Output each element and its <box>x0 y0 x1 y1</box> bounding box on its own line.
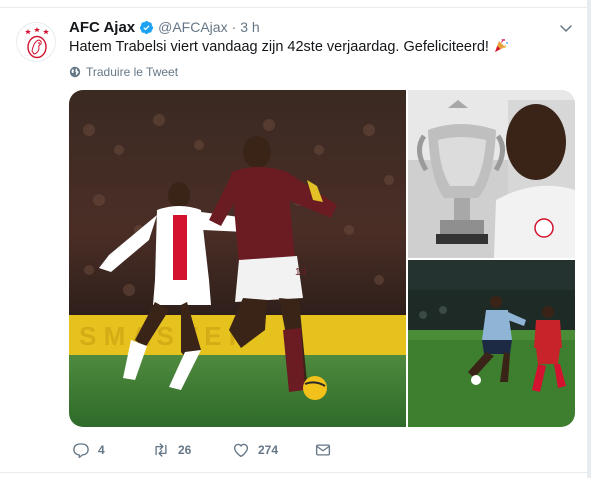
retweet-count: 26 <box>178 443 192 457</box>
tweet-text-content: Hatem Trabelsi viert vandaag zijn 42ste … <box>69 39 489 55</box>
reply-count: 4 <box>98 443 105 457</box>
envelope-icon <box>315 444 331 456</box>
avatar[interactable] <box>16 22 56 62</box>
like-count: 274 <box>258 443 279 457</box>
svg-text:S M A S T E R: S M A S T E R <box>79 321 248 351</box>
reply-button[interactable]: 4 <box>72 441 152 459</box>
retweet-button[interactable]: 26 <box>152 441 232 459</box>
retweet-icon <box>155 443 167 457</box>
globe-icon <box>69 66 81 78</box>
top-divider <box>0 0 591 8</box>
scroll-track[interactable] <box>587 0 591 478</box>
tweet-text: Hatem Trabelsi viert vandaag zijn 42ste … <box>69 37 539 57</box>
verified-badge-icon <box>139 20 154 35</box>
match-photo-night[interactable] <box>408 260 575 427</box>
heart-icon <box>233 443 249 458</box>
media-grid: S M A S T E R 14 <box>69 90 575 427</box>
tweet-header: AFC Ajax @AFCAjax · 3 h <box>69 17 260 37</box>
like-button[interactable]: 274 <box>232 441 314 459</box>
trophy-photo[interactable] <box>408 90 575 258</box>
timestamp[interactable]: 3 h <box>240 19 259 35</box>
svg-text:14: 14 <box>295 267 307 278</box>
translate-label: Traduire le Tweet <box>86 65 179 79</box>
author-name[interactable]: AFC Ajax <box>69 19 135 36</box>
separator-dot: · <box>231 19 237 35</box>
author-handle[interactable]: @AFCAjax <box>158 19 227 35</box>
chevron-down-icon[interactable] <box>558 20 574 36</box>
bottom-divider <box>0 472 587 473</box>
ajax-logo-icon <box>17 23 55 61</box>
party-popper-emoji-icon <box>493 37 509 53</box>
direct-message-button[interactable] <box>314 441 340 459</box>
translate-tweet-link[interactable]: Traduire le Tweet <box>69 64 178 80</box>
match-photo-arsenal-ajax[interactable]: S M A S T E R 14 <box>69 90 406 427</box>
tweet-actions: 4 26 274 <box>72 441 340 459</box>
reply-icon <box>73 443 89 459</box>
